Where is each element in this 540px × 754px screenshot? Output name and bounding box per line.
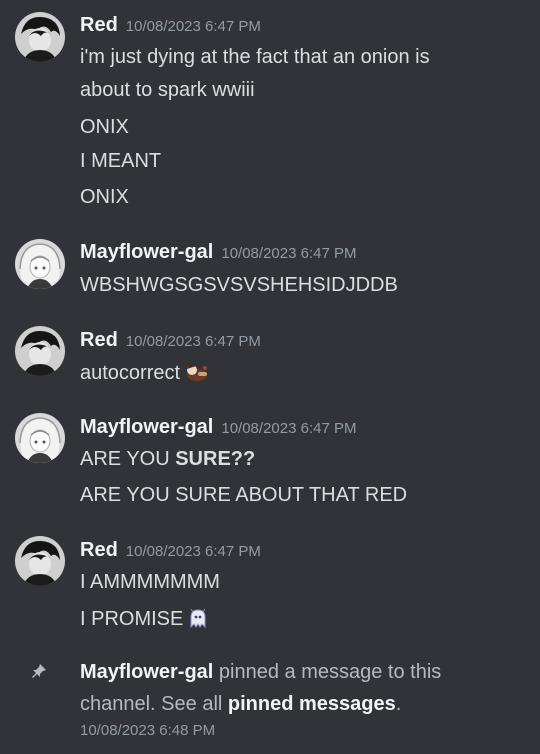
system-text: pinned a message to this [213,661,442,683]
timestamp: 10/08/2023 6:47 PM [125,18,261,35]
system-message: channel. See all pinned messages. [80,693,401,716]
message-text: WBSHWGSGSVSVSHEHSIDJDDB [80,274,398,296]
message-text: I AMMMMMMM [80,571,220,593]
message-text: about to spark wwiii [80,79,255,101]
message-text: ONIX [80,186,129,208]
ghost-sticker-icon [190,608,206,629]
message-text: autocorrect [80,362,181,384]
message-text: ARE YOU [80,448,176,470]
avatar-red[interactable] [15,326,65,376]
pinned-messages-link[interactable]: pinned messages [228,693,396,715]
message-text: ONIX [80,116,129,138]
sticker-emoji[interactable] [184,361,210,389]
avatar-light-portrait-icon [15,413,65,463]
message-text: i'm just dying at the fact that an onion… [80,46,430,68]
message-line: ARE YOU SURE?? [80,448,255,471]
username[interactable]: Red [80,329,118,351]
character-sticker-icon [187,364,208,381]
system-actor[interactable]: Mayflower-gal [80,661,213,683]
username[interactable]: Red [80,14,118,36]
timestamp: 10/08/2023 6:47 PM [221,420,357,437]
message-header: Red 10/08/2023 6:47 PM [80,14,261,37]
bold-text: SURE?? [175,448,256,470]
avatar-red[interactable] [15,12,65,62]
message-line: autocorrect [80,361,210,389]
system-timestamp: 10/08/2023 6:48 PM [80,722,216,739]
message-header: Red 10/08/2023 6:47 PM [80,329,261,352]
system-text: channel. See all [80,693,228,715]
pushpin-icon [32,664,46,678]
message-line: I PROMISE [80,607,209,635]
timestamp: 10/08/2023 6:47 PM [221,245,357,262]
system-message: Mayflower-gal pinned a message to this [80,661,441,684]
username[interactable]: Red [80,539,118,561]
message-text: I MEANT [80,150,162,172]
pin-icon [30,662,48,685]
message-text: I PROMISE [80,608,184,630]
avatar-red[interactable] [15,536,65,586]
timestamp: 10/08/2023 6:47 PM [125,333,261,350]
ghost-emoji[interactable] [187,607,209,635]
avatar-mayflower[interactable] [15,239,65,289]
timestamp: 10/08/2023 6:47 PM [125,543,261,560]
avatar-light-portrait-icon [15,239,65,289]
avatar-dark-portrait-icon [15,536,65,586]
system-text: . [395,693,402,715]
username[interactable]: Mayflower-gal [80,416,213,438]
message-header: Mayflower-gal 10/08/2023 6:47 PM [80,241,356,264]
avatar-dark-portrait-icon [15,12,65,62]
avatar-dark-portrait-icon [15,326,65,376]
username[interactable]: Mayflower-gal [80,241,213,263]
message-header: Red 10/08/2023 6:47 PM [80,539,261,562]
message-text: ARE YOU SURE ABOUT THAT RED [80,484,408,506]
avatar-mayflower[interactable] [15,413,65,463]
message-header: Mayflower-gal 10/08/2023 6:47 PM [80,416,356,439]
